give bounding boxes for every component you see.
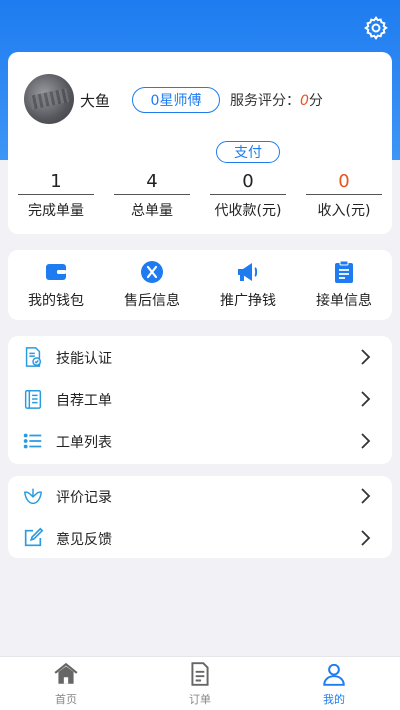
quick-wallet[interactable]: 我的钱包 xyxy=(16,260,96,310)
feedback-edit-icon xyxy=(22,527,44,549)
user-name: 大鱼 xyxy=(80,92,111,110)
menu-label: 工单列表 xyxy=(56,435,112,451)
stat-value: 0 xyxy=(306,170,382,195)
chevron-right-icon xyxy=(360,487,372,505)
menu-item-review-records[interactable]: 评价记录 xyxy=(8,476,392,516)
stat-value: 0 xyxy=(210,170,286,195)
menu-item-feedback[interactable]: 意见反馈 xyxy=(8,518,392,558)
chevron-right-icon xyxy=(360,348,372,366)
quick-after-sales[interactable]: 售后信息 xyxy=(112,260,192,310)
pay-button[interactable]: 支付 xyxy=(216,141,280,163)
quick-label: 售后信息 xyxy=(124,293,180,309)
chevron-right-icon xyxy=(360,432,372,450)
wallet-icon xyxy=(44,260,68,284)
stat-label: 完成单量 xyxy=(28,203,84,219)
list-icon xyxy=(22,430,44,452)
menu-item-order-list[interactable]: 工单列表 xyxy=(8,421,392,461)
profile-card: 大鱼 0星师傅 服务评分：0分 支付 1 完成单量 4 总单量 0 代收款(元)… xyxy=(8,52,392,234)
quick-actions-card: 我的钱包 售后信息 推广挣钱 接单信息 xyxy=(8,250,392,320)
megaphone-icon xyxy=(236,260,260,284)
stat-income[interactable]: 0 收入(元) xyxy=(306,170,382,220)
quick-label: 我的钱包 xyxy=(28,293,84,309)
after-sales-icon xyxy=(140,260,164,284)
chevron-right-icon xyxy=(360,529,372,547)
avatar[interactable] xyxy=(24,74,74,124)
tab-label: 我的 xyxy=(323,693,345,706)
review-icon xyxy=(22,485,44,507)
menu-item-recommend-orders[interactable]: 自荐工单 xyxy=(8,379,392,419)
quick-order-info[interactable]: 接单信息 xyxy=(304,260,384,310)
stats-row: 1 完成单量 4 总单量 0 代收款(元) 0 收入(元) xyxy=(8,170,392,220)
certificate-icon xyxy=(22,346,44,368)
stat-completed[interactable]: 1 完成单量 xyxy=(18,170,94,220)
menu-item-skill-certification[interactable]: 技能认证 xyxy=(8,337,392,377)
stat-label: 代收款(元) xyxy=(214,203,282,219)
level-badge: 0星师傅 xyxy=(132,87,220,113)
tab-mine[interactable]: 我的 xyxy=(294,661,374,707)
stat-value: 1 xyxy=(18,170,94,195)
user-icon xyxy=(321,661,347,687)
stat-total[interactable]: 4 总单量 xyxy=(114,170,190,220)
home-icon xyxy=(53,661,79,687)
stat-value: 4 xyxy=(114,170,190,195)
stat-label: 总单量 xyxy=(131,203,173,219)
score-label: 服务评分： xyxy=(230,93,300,109)
service-score: 服务评分：0分 xyxy=(230,90,323,110)
stat-collection[interactable]: 0 代收款(元) xyxy=(210,170,286,220)
quick-label: 接单信息 xyxy=(316,293,372,309)
menu-label: 技能认证 xyxy=(56,351,112,367)
menu-group-feedback: 评价记录 意见反馈 xyxy=(8,476,392,558)
menu-label: 自荐工单 xyxy=(56,393,112,409)
order-icon xyxy=(187,661,213,687)
tab-label: 订单 xyxy=(189,693,211,706)
chevron-right-icon xyxy=(360,390,372,408)
notebook-icon xyxy=(22,388,44,410)
score-unit: 分 xyxy=(308,93,323,109)
menu-label: 评价记录 xyxy=(56,490,112,506)
tab-orders[interactable]: 订单 xyxy=(160,661,240,707)
stat-label: 收入(元) xyxy=(317,203,371,219)
score-value: 0 xyxy=(300,93,309,109)
clipboard-icon xyxy=(332,260,356,284)
quick-label: 推广挣钱 xyxy=(220,293,276,309)
menu-group-work: 技能认证 自荐工单 工单列表 xyxy=(8,336,392,464)
menu-label: 意见反馈 xyxy=(56,532,112,548)
bottom-tab-bar: 首页 订单 我的 xyxy=(0,656,400,710)
tab-label: 首页 xyxy=(55,693,77,706)
settings-gear-icon[interactable] xyxy=(362,14,390,42)
tab-home[interactable]: 首页 xyxy=(26,661,106,707)
quick-promote[interactable]: 推广挣钱 xyxy=(208,260,288,310)
